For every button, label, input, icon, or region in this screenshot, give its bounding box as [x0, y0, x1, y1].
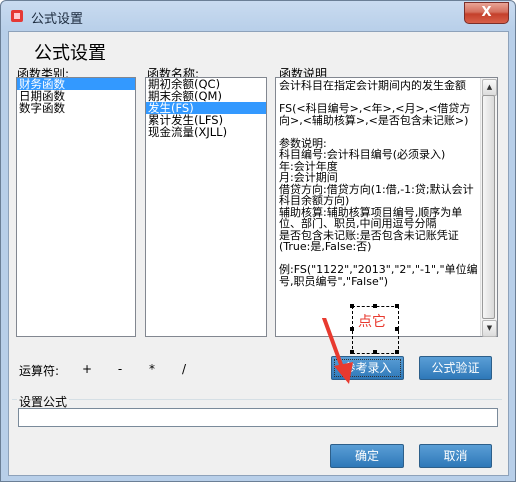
annotation-handle — [350, 304, 354, 308]
operator-divide[interactable]: / — [177, 362, 191, 376]
window-title: 公式设置 — [31, 12, 84, 27]
operator-minus[interactable]: - — [113, 362, 127, 376]
annotation-text: 点它 — [358, 314, 386, 330]
title-bar[interactable]: 公式设置 X — [1, 1, 515, 31]
cancel-button[interactable]: 取消 — [419, 444, 492, 468]
operator-multiply[interactable]: * — [145, 362, 159, 376]
annotation-handle — [395, 350, 399, 354]
operator-plus[interactable]: + — [80, 362, 94, 376]
close-icon: X — [481, 5, 492, 20]
description-scrollbar[interactable]: ▲ ▼ — [480, 78, 497, 337]
close-button[interactable]: X — [464, 2, 509, 24]
function-list[interactable]: 期初余额(QC) 期末余额(QM) 发生(FS) 累计发生(LFS) 现金流量(… — [145, 77, 267, 337]
scroll-down-icon[interactable]: ▼ — [482, 320, 497, 337]
category-list[interactable]: 财务函数 日期函数 数字函数 — [16, 77, 136, 337]
red-arrow-icon — [322, 318, 353, 384]
annotation-handle — [373, 350, 377, 354]
annotation-handle — [395, 304, 399, 308]
operators-label: 运算符: — [19, 364, 60, 378]
validate-formula-button[interactable]: 公式验证 — [419, 356, 492, 380]
description-box: 会计科目在指定会计期间内的发生金额 FS(<科目编号>,<年>,<月>,<借贷方… — [275, 77, 498, 337]
annotation-handle — [395, 327, 399, 331]
description-text: 会计科目在指定会计期间内的发生金额 FS(<科目编号>,<年>,<月>,<借贷方… — [279, 80, 478, 288]
ok-button[interactable]: 确定 — [330, 444, 404, 468]
app-icon — [11, 10, 23, 22]
category-item[interactable]: 数字函数 — [17, 102, 135, 114]
annotation-handle — [373, 304, 377, 308]
dialog-heading: 公式设置 — [34, 43, 106, 64]
formula-input[interactable] — [18, 408, 498, 427]
function-item[interactable]: 现金流量(XJLL) — [146, 126, 266, 138]
dialog-window: 公式设置 X 公式设置 函数类别: 财务函数 日期函数 数字函数 函数名称: 期… — [0, 0, 516, 482]
dialog-body: 公式设置 函数类别: 财务函数 日期函数 数字函数 函数名称: 期初余额(QC)… — [8, 31, 509, 476]
scroll-thumb[interactable] — [482, 95, 495, 319]
scroll-up-icon[interactable]: ▲ — [482, 79, 497, 96]
